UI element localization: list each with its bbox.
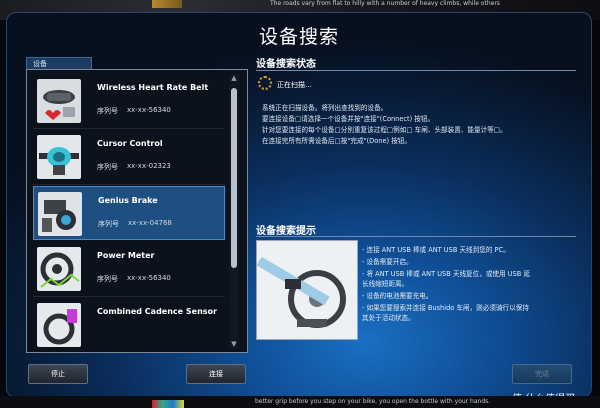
background-bottom-thumbnail [152,400,184,408]
device-name: Genius Brake [98,196,158,205]
device-name: Power Meter [97,251,155,260]
genius-brake-icon [38,192,82,236]
device-name: Wireless Heart Rate Belt [97,83,209,92]
tip-line: - 将 ANT USB 棒或 ANT USB 天线复位，或使用 USB 延 [362,270,530,278]
power-meter-icon [37,247,81,291]
dialog-title: 设备搜索 [258,26,339,48]
serial-value: xx-xx-56340 [127,106,171,114]
tip-line: - 如果您要搜索并连接 Bushido 车闸，则必须骑行以保持 [362,304,529,312]
device-item-cadence-sensor[interactable]: Combined Cadence Sensor [33,298,225,348]
status-description-line: 要连接设备□请选择一个设备并按"连接"(Connect) 按钮。 [262,115,435,123]
tips-divider [256,236,576,237]
serial-value: xx-xx-56340 [127,274,171,282]
serial-label: 序列号 [97,275,118,283]
serial-label: 序列号 [97,107,118,115]
scroll-up-arrow-icon[interactable]: ▲ [230,74,238,82]
tip-line: - 连接 ANT USB 棒或 ANT USB 天线到您的 PC。 [362,246,510,254]
device-item-genius-brake[interactable]: Genius Brake 序列号 xx-xx-04768 [33,186,225,240]
scroll-thumb[interactable] [231,88,237,268]
device-list: Wireless Heart Rate Belt 序列号 xx-xx-56340… [33,74,225,348]
serial-label: 序列号 [97,163,118,171]
scroll-down-arrow-icon[interactable]: ▼ [230,340,238,348]
background-bottom-caption: better grip before you step on your bike… [255,398,491,405]
tips-section-title: 设备搜索提示 [256,226,316,237]
serial-value: xx-xx-02323 [127,162,171,170]
device-item-power-meter[interactable]: Power Meter 序列号 xx-xx-56340 [33,242,225,297]
device-search-dialog: 设备搜索 设备 Wireless Heart Rate Belt 序列号 xx-… [6,12,592,398]
scanning-status-text: 正在扫描... [277,81,312,89]
device-list-panel: Wireless Heart Rate Belt 序列号 xx-xx-56340… [26,69,248,353]
device-name: Cursor Control [97,139,163,148]
cursor-control-icon [37,135,81,179]
device-item-cursor-control[interactable]: Cursor Control 序列号 xx-xx-02323 [33,130,225,185]
background-thumbnail [152,0,182,8]
device-list-scrollbar[interactable]: ▲ ▼ [229,74,239,348]
status-description-line: 在连接完所有所需设备后□按"完成"(Done) 按钮。 [262,137,411,145]
loading-spinner-icon [258,76,272,90]
status-divider [256,70,576,71]
bicycle-crank-illustration [256,240,358,340]
stop-button[interactable]: 停止 [28,364,88,384]
device-item-heart-rate-belt[interactable]: Wireless Heart Rate Belt 序列号 xx-xx-56340 [33,74,225,129]
serial-value: xx-xx-04768 [128,219,172,227]
tip-line: 其处于活动状态。 [362,314,415,322]
serial-label: 序列号 [98,220,119,228]
tip-line: - 设备的电池需要充电。 [362,292,433,300]
tip-line: 长线缩短距离。 [362,280,409,288]
status-description-line: 针对您要连接的每个设备□分别重复该过程□例如□ 车闸、头部装置、能量计等□。 [262,126,507,134]
heart-rate-belt-icon [37,79,81,123]
tip-line: - 设备需要开启。 [362,258,413,266]
background-top-caption: The roads vary from flat to hilly with a… [270,0,500,7]
connect-button[interactable]: 连接 [186,364,246,384]
device-name: Combined Cadence Sensor [97,307,217,316]
status-section-title: 设备搜索状态 [256,59,316,70]
done-button[interactable]: 完成 [512,364,572,384]
cadence-sensor-icon [37,303,81,347]
status-description-line: 系统正在扫描设备。将列出查找到的设备。 [262,104,388,112]
